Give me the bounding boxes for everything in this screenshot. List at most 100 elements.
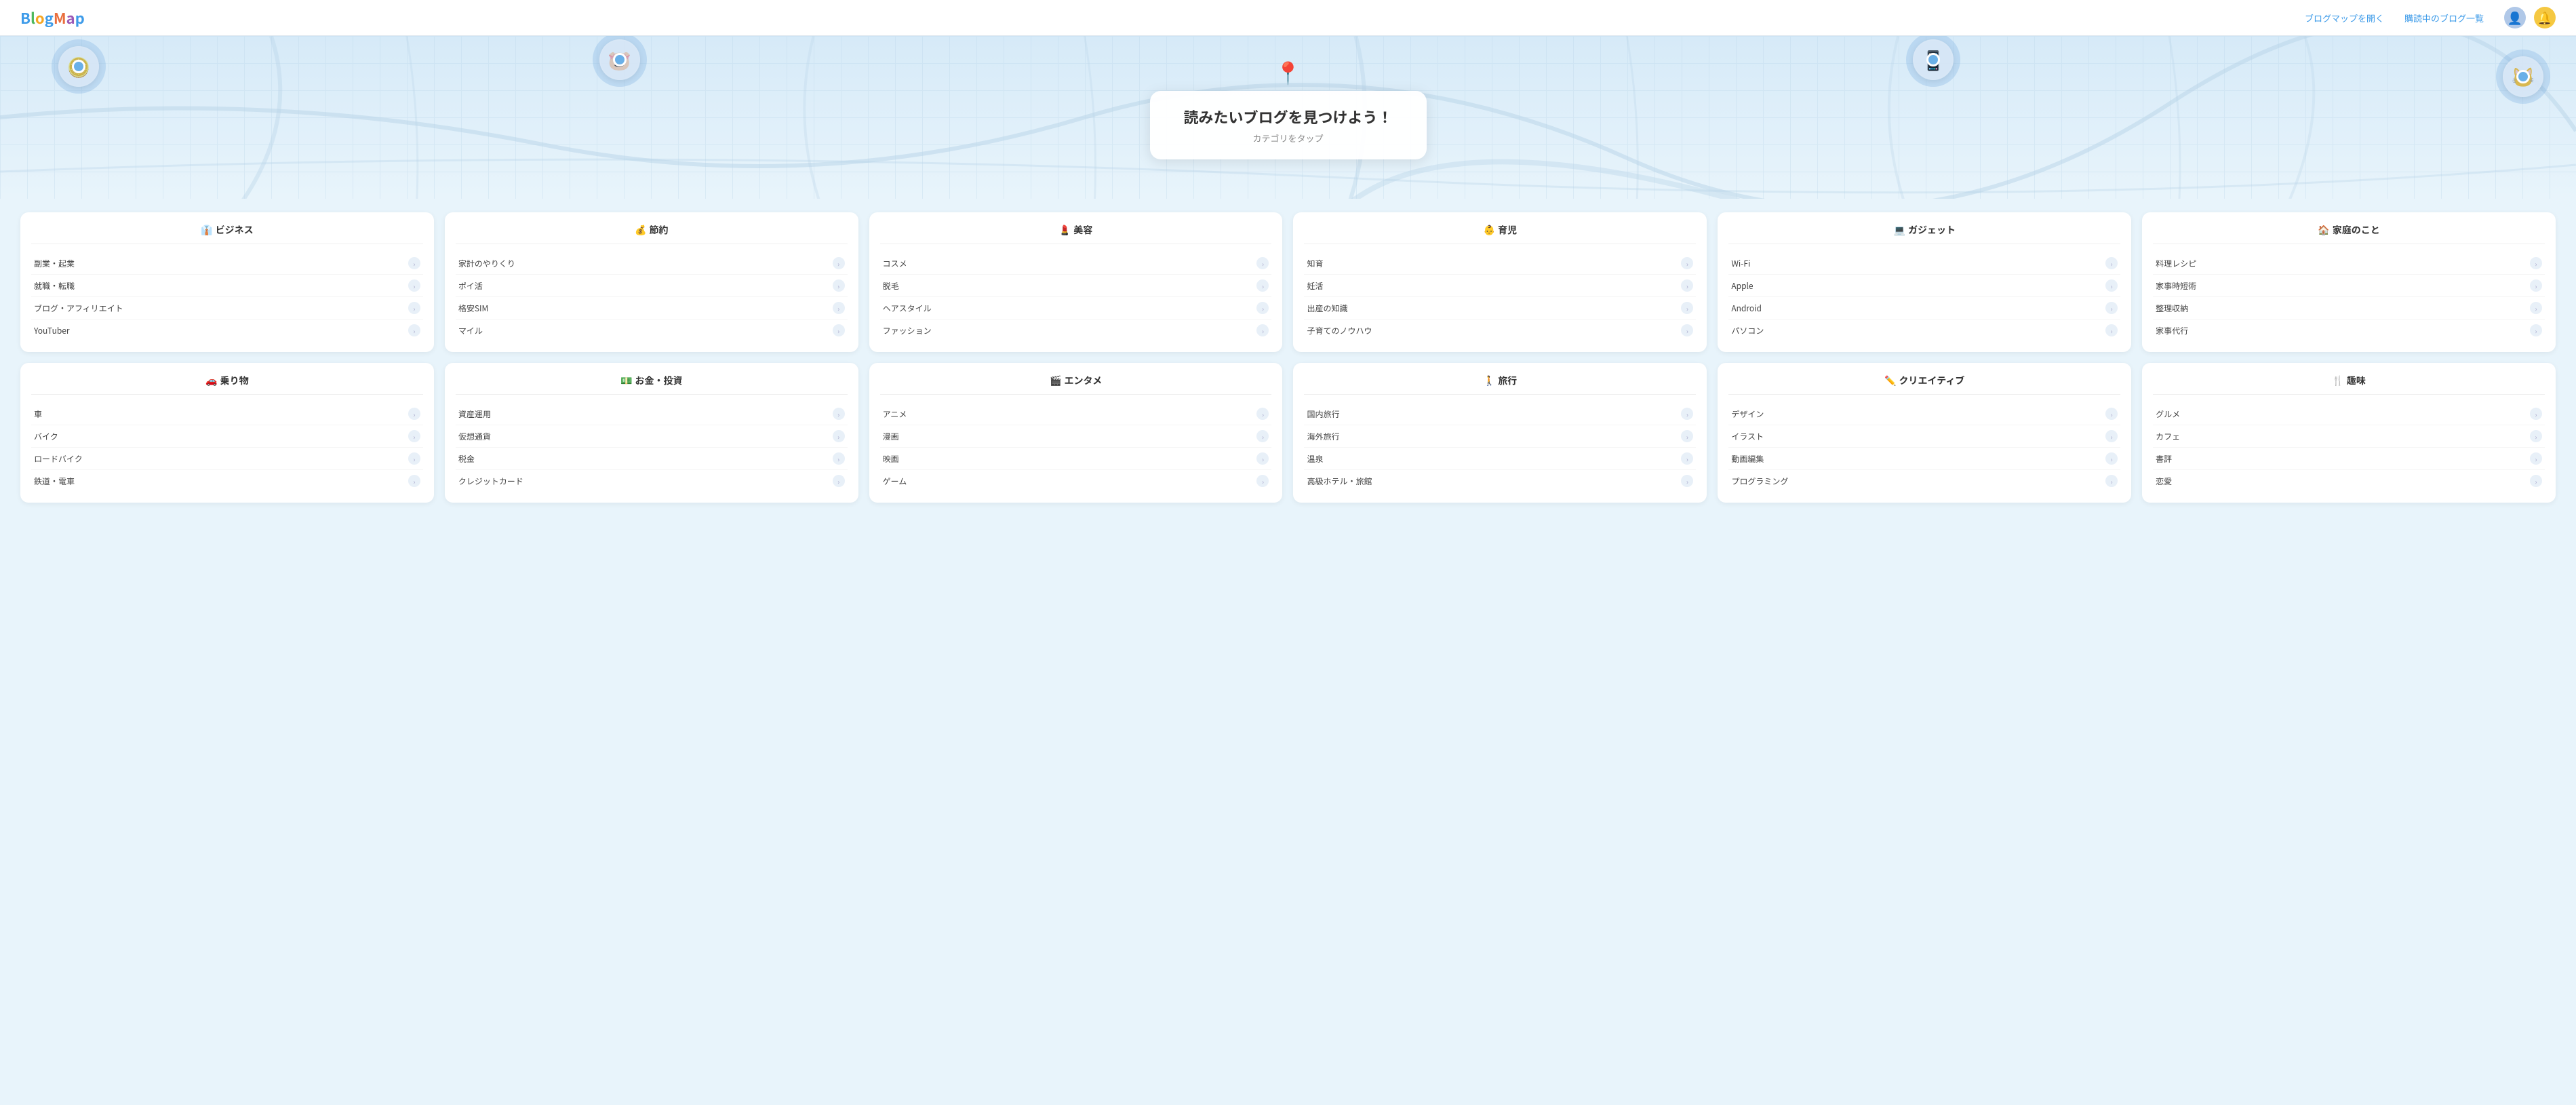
category-item-gadget-0[interactable]: Wi-Fi › xyxy=(1728,252,2120,275)
category-icon-beauty: 💄 xyxy=(1059,223,1071,237)
category-item-childcare-2[interactable]: 出産の知識 › xyxy=(1304,297,1696,319)
item-label: イラスト xyxy=(1731,431,1764,442)
item-label: Android xyxy=(1731,303,1762,314)
category-item-business-1[interactable]: 就職・転職 › xyxy=(31,275,423,297)
item-arrow-icon: › xyxy=(1256,475,1269,487)
item-arrow-icon: › xyxy=(1681,257,1693,269)
category-item-vehicle-0[interactable]: 車 › xyxy=(31,403,423,425)
category-item-saving-1[interactable]: ポイ活 › xyxy=(456,275,848,297)
category-item-money-0[interactable]: 資産運用 › xyxy=(456,403,848,425)
item-arrow-icon: › xyxy=(1681,452,1693,465)
item-label: 税金 xyxy=(458,453,475,465)
subscribed-list-link[interactable]: 購読中のブログ一覧 xyxy=(2404,12,2484,24)
category-icon-gadget: 💻 xyxy=(1894,223,1905,237)
item-label: 温泉 xyxy=(1307,453,1323,465)
header-icons: 👤 🔔 xyxy=(2504,7,2556,28)
item-arrow-icon: › xyxy=(2530,257,2542,269)
item-label: 家事時短術 xyxy=(2156,280,2196,292)
category-item-beauty-3[interactable]: ファッション › xyxy=(880,319,1272,341)
category-item-home-2[interactable]: 整理収納 › xyxy=(2153,297,2545,319)
card-inner-gadget: Wi-Fi › Apple › Android › パソコン › xyxy=(1728,252,2120,341)
category-item-vehicle-1[interactable]: バイク › xyxy=(31,425,423,448)
category-item-beauty-1[interactable]: 脱毛 › xyxy=(880,275,1272,297)
item-arrow-icon: › xyxy=(1256,430,1269,442)
category-icon-saving: 💰 xyxy=(635,223,646,237)
open-blogmap-link[interactable]: ブログマップを開く xyxy=(2305,12,2384,24)
category-item-creative-3[interactable]: プログラミング › xyxy=(1728,470,2120,492)
category-item-saving-2[interactable]: 格安SIM › xyxy=(456,297,848,319)
category-item-vehicle-2[interactable]: ロードバイク › xyxy=(31,448,423,470)
category-card-entertainment: 🎬エンタメ アニメ › 漫画 › 映画 › ゲーム › xyxy=(869,363,1283,503)
category-item-travel-2[interactable]: 温泉 › xyxy=(1304,448,1696,470)
category-item-hobby-1[interactable]: カフェ › xyxy=(2153,425,2545,448)
item-arrow-icon: › xyxy=(1681,324,1693,336)
category-item-money-2[interactable]: 税金 › xyxy=(456,448,848,470)
item-arrow-icon: › xyxy=(2105,430,2118,442)
item-arrow-icon: › xyxy=(1256,302,1269,314)
category-item-beauty-2[interactable]: ヘアスタイル › xyxy=(880,297,1272,319)
category-item-business-3[interactable]: YouTuber › xyxy=(31,319,423,341)
category-item-creative-0[interactable]: デザイン › xyxy=(1728,403,2120,425)
category-card-gadget: 💻ガジェット Wi-Fi › Apple › Android › パソコン › xyxy=(1718,212,2131,352)
category-title-saving: 節約 xyxy=(649,223,668,237)
user-avatar-icon[interactable]: 👤 xyxy=(2504,7,2526,28)
category-item-money-1[interactable]: 仮想通貨 › xyxy=(456,425,848,448)
category-item-home-1[interactable]: 家事時短術 › xyxy=(2153,275,2545,297)
card-inner-home: 料理レシピ › 家事時短術 › 整理収納 › 家事代行 › xyxy=(2153,252,2545,341)
category-item-money-3[interactable]: クレジットカード › xyxy=(456,470,848,492)
card-inner-childcare: 知育 › 妊活 › 出産の知識 › 子育てのノウハウ › xyxy=(1304,252,1696,341)
item-arrow-icon: › xyxy=(408,302,420,314)
category-item-travel-3[interactable]: 高級ホテル・旅館 › xyxy=(1304,470,1696,492)
category-title-beauty: 美容 xyxy=(1073,223,1092,237)
item-label: クレジットカード xyxy=(458,476,523,487)
category-item-beauty-0[interactable]: コスメ › xyxy=(880,252,1272,275)
item-arrow-icon: › xyxy=(2530,475,2542,487)
category-item-vehicle-3[interactable]: 鉄道・電車 › xyxy=(31,470,423,492)
category-item-gadget-1[interactable]: Apple › xyxy=(1728,275,2120,297)
category-item-entertainment-3[interactable]: ゲーム › xyxy=(880,470,1272,492)
category-item-gadget-2[interactable]: Android › xyxy=(1728,297,2120,319)
item-label: 整理収納 xyxy=(2156,303,2188,314)
category-item-saving-0[interactable]: 家計のやりくり › xyxy=(456,252,848,275)
category-title-entertainment: エンタメ xyxy=(1064,374,1102,387)
category-header-childcare: 👶育児 xyxy=(1304,223,1696,244)
category-item-childcare-3[interactable]: 子育てのノウハウ › xyxy=(1304,319,1696,341)
category-item-entertainment-0[interactable]: アニメ › xyxy=(880,403,1272,425)
category-header-creative: ✏️クリエイティブ xyxy=(1728,374,2120,395)
logo[interactable]: BlogMap xyxy=(20,7,85,28)
category-item-childcare-0[interactable]: 知育 › xyxy=(1304,252,1696,275)
category-item-hobby-2[interactable]: 書評 › xyxy=(2153,448,2545,470)
category-item-travel-1[interactable]: 海外旅行 › xyxy=(1304,425,1696,448)
item-arrow-icon: › xyxy=(2530,408,2542,420)
category-item-entertainment-1[interactable]: 漫画 › xyxy=(880,425,1272,448)
category-item-entertainment-2[interactable]: 映画 › xyxy=(880,448,1272,470)
notification-bell-icon[interactable]: 🔔 xyxy=(2534,7,2556,28)
category-items-gadget: Wi-Fi › Apple › Android › パソコン › xyxy=(1728,252,2120,341)
category-item-saving-3[interactable]: マイル › xyxy=(456,319,848,341)
category-item-childcare-1[interactable]: 妊活 › xyxy=(1304,275,1696,297)
category-item-business-0[interactable]: 副業・起業 › xyxy=(31,252,423,275)
category-item-home-3[interactable]: 家事代行 › xyxy=(2153,319,2545,341)
category-item-home-0[interactable]: 料理レシピ › xyxy=(2153,252,2545,275)
item-label: 高級ホテル・旅館 xyxy=(1307,476,1372,487)
item-label: 家計のやりくり xyxy=(458,258,515,269)
item-arrow-icon: › xyxy=(1681,430,1693,442)
item-arrow-icon: › xyxy=(833,452,845,465)
category-item-hobby-0[interactable]: グルメ › xyxy=(2153,403,2545,425)
item-arrow-icon: › xyxy=(1681,408,1693,420)
category-item-creative-1[interactable]: イラスト › xyxy=(1728,425,2120,448)
category-header-beauty: 💄美容 xyxy=(880,223,1272,244)
item-label: YouTuber xyxy=(34,325,70,336)
item-label: ブログ・アフィリエイト xyxy=(34,303,123,314)
hero-subtitle: カテゴリをタップ xyxy=(1183,132,1392,144)
category-item-business-2[interactable]: ブログ・アフィリエイト › xyxy=(31,297,423,319)
item-arrow-icon: › xyxy=(1256,452,1269,465)
category-items-childcare: 知育 › 妊活 › 出産の知識 › 子育てのノウハウ › xyxy=(1304,252,1696,341)
category-item-creative-2[interactable]: 動画編集 › xyxy=(1728,448,2120,470)
category-item-gadget-3[interactable]: パソコン › xyxy=(1728,319,2120,341)
category-item-hobby-3[interactable]: 恋愛 › xyxy=(2153,470,2545,492)
category-items-travel: 国内旅行 › 海外旅行 › 温泉 › 高級ホテル・旅館 › xyxy=(1304,403,1696,492)
item-label: 仮想通貨 xyxy=(458,431,491,442)
item-arrow-icon: › xyxy=(2105,408,2118,420)
category-item-travel-0[interactable]: 国内旅行 › xyxy=(1304,403,1696,425)
